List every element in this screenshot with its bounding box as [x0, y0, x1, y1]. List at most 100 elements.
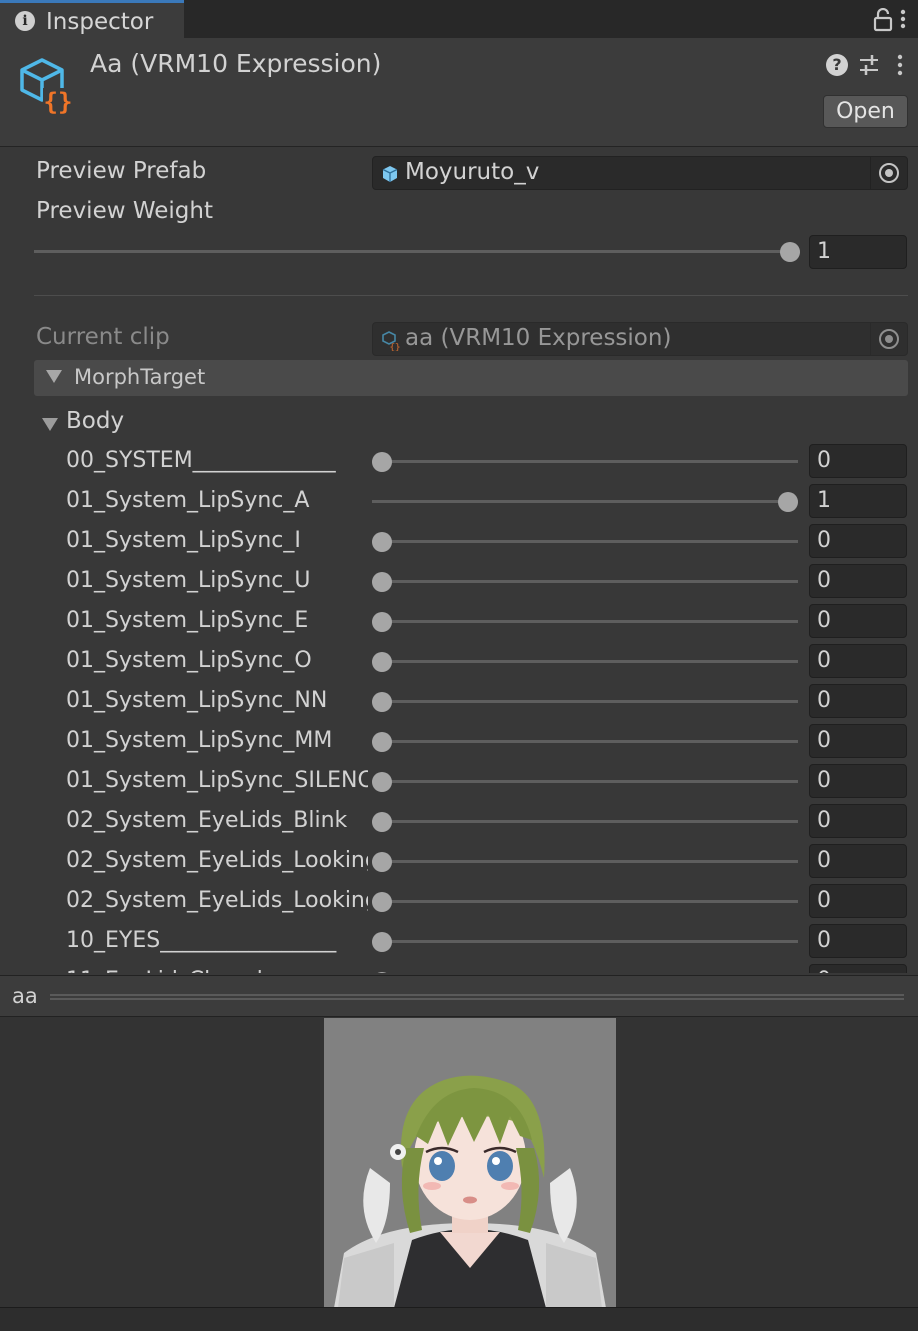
component-menu-icon[interactable]	[896, 52, 904, 78]
blendshape-name: 01_System_LipSync_O	[66, 648, 312, 673]
preview-weight-input[interactable]: 1	[809, 235, 907, 269]
blendshape-slider-track[interactable]	[372, 580, 798, 583]
open-button[interactable]: Open	[823, 95, 908, 128]
svg-text:{}: {}	[390, 343, 401, 351]
blendshape-slider-track[interactable]	[372, 900, 798, 903]
body-foldout-arrow-icon[interactable]	[42, 418, 58, 431]
current-clip-label: Current clip	[36, 324, 170, 350]
preview-prefab-field[interactable]: Moyuruto_v	[372, 156, 908, 190]
blendshape-row: 01_System_LipSync_E 0	[0, 600, 918, 640]
preview-weight-slider-thumb[interactable]	[780, 242, 800, 262]
blendshape-value-input[interactable]: 0	[809, 844, 907, 878]
blendshape-row: 01_System_LipSync_MM 0	[0, 720, 918, 760]
avatar-preview-image[interactable]	[324, 1018, 616, 1308]
blendshape-slider-thumb[interactable]	[372, 732, 392, 752]
blendshape-slider-thumb[interactable]	[372, 532, 392, 552]
blendshape-slider-thumb[interactable]	[372, 572, 392, 592]
blendshape-value-input[interactable]: 0	[809, 924, 907, 958]
blendshape-row: 01_System_LipSync_U 0	[0, 560, 918, 600]
expression-clip-icon: {}	[382, 331, 401, 351]
blendshape-slider-thumb[interactable]	[372, 652, 392, 672]
blendshape-row: 01_System_LipSync_SILENCE 0	[0, 760, 918, 800]
blendshape-slider-thumb[interactable]	[372, 612, 392, 632]
blendshape-row: 01_System_LipSync_A 1	[0, 480, 918, 520]
inspector-header: {} Aa (VRM10 Expression) ? Open	[0, 38, 918, 147]
blendshape-slider-track[interactable]	[372, 940, 798, 943]
clip-picker-button	[870, 323, 907, 355]
preview-header[interactable]: aa	[0, 975, 918, 1017]
blendshape-slider-thumb[interactable]	[372, 892, 392, 912]
blendshape-row: 10_EYES________________ 0	[0, 920, 918, 960]
blendshape-slider-track[interactable]	[372, 660, 798, 663]
blendshape-slider-track[interactable]	[372, 460, 798, 463]
target-icon	[879, 163, 899, 183]
blendshape-name: 02_System_EyeLids_Blink	[66, 808, 348, 833]
blendshape-slider-track[interactable]	[372, 740, 798, 743]
preview-drag-handle[interactable]	[50, 994, 904, 1000]
blendshape-value-input[interactable]: 0	[809, 524, 907, 558]
more-menu-icon[interactable]	[899, 8, 907, 30]
avatar-render	[324, 1018, 616, 1308]
blendshape-value-input[interactable]: 0	[809, 724, 907, 758]
blendshape-value-input[interactable]: 0	[809, 764, 907, 798]
blendshape-slider-thumb[interactable]	[372, 772, 392, 792]
help-icon[interactable]: ?	[826, 54, 848, 76]
preview-weight-label: Preview Weight	[36, 198, 213, 224]
blendshape-slider-thumb[interactable]	[372, 812, 392, 832]
blendshape-value-input[interactable]: 0	[809, 884, 907, 918]
blendshape-slider-track[interactable]	[372, 500, 798, 503]
blendshape-slider-track[interactable]	[372, 780, 798, 783]
vrm-expression-asset-icon: {}	[20, 58, 73, 116]
blendshape-name: 01_System_LipSync_A	[66, 488, 310, 513]
tab-bar: i Inspector	[0, 0, 918, 38]
preview-weight-slider-track[interactable]	[34, 250, 800, 253]
asset-title: Aa (VRM10 Expression)	[90, 49, 382, 78]
tab-inspector[interactable]: i Inspector	[0, 0, 184, 38]
blendshape-value-input[interactable]: 0	[809, 684, 907, 718]
blendshape-value-input[interactable]: 0	[809, 644, 907, 678]
foldout-arrow-icon	[46, 370, 62, 383]
current-clip-field: {} aa (VRM10 Expression)	[372, 322, 908, 356]
presets-sliders-icon[interactable]	[858, 52, 880, 78]
current-clip-value: aa (VRM10 Expression)	[405, 325, 672, 351]
morph-target-foldout[interactable]: MorphTarget	[34, 360, 908, 396]
blendshape-slider-thumb[interactable]	[778, 492, 798, 512]
preview-prefab-label: Preview Prefab	[36, 158, 207, 184]
blendshape-name: 11_EyeLid_Closed	[66, 968, 368, 973]
blendshape-row: 01_System_LipSync_O 0	[0, 640, 918, 680]
blendshape-row: 00_SYSTEM_____________ 0	[0, 440, 918, 480]
blendshape-value-input[interactable]: 0	[809, 444, 907, 478]
blendshape-value-input[interactable]: 0	[809, 604, 907, 638]
morph-target-label: MorphTarget	[74, 365, 206, 389]
lock-icon[interactable]	[873, 8, 893, 32]
tab-label: Inspector	[46, 9, 154, 35]
blendshape-row: 02_System_EyeLids_LookingUp 0	[0, 840, 918, 880]
blendshape-slider-track[interactable]	[372, 620, 798, 623]
blendshape-name: 02_System_EyeLids_LookingDown	[66, 888, 368, 913]
blendshape-slider-track[interactable]	[372, 540, 798, 543]
object-picker-button[interactable]	[870, 157, 907, 189]
status-bar	[0, 1307, 918, 1331]
blendshape-slider-track[interactable]	[372, 700, 798, 703]
preview-title: aa	[12, 984, 38, 1008]
blendshape-name: 00_SYSTEM_____________	[66, 448, 336, 473]
blendshape-slider-thumb[interactable]	[372, 852, 392, 872]
blendshape-slider-thumb[interactable]	[372, 692, 392, 712]
blendshape-slider-thumb[interactable]	[372, 452, 392, 472]
blendshape-row: 01_System_LipSync_I 0	[0, 520, 918, 560]
blendshape-name: 01_System_LipSync_I	[66, 528, 301, 553]
blendshape-value-input[interactable]: 0	[809, 804, 907, 838]
blendshape-name: 01_System_LipSync_NN	[66, 688, 328, 713]
blendshape-slider-thumb[interactable]	[372, 932, 392, 952]
blendshape-slider-track[interactable]	[372, 820, 798, 823]
blendshape-row: 02_System_EyeLids_LookingDown 0	[0, 880, 918, 920]
blendshape-value-input[interactable]: 1	[809, 484, 907, 518]
blendshape-name: 01_System_LipSync_U	[66, 568, 311, 593]
target-icon	[879, 329, 899, 349]
blendshape-value-input[interactable]: 0	[809, 564, 907, 598]
blendshape-value-input[interactable]: 0	[809, 964, 907, 973]
blendshape-slider-thumb[interactable]	[372, 972, 392, 973]
blendshape-row: 02_System_EyeLids_Blink 0	[0, 800, 918, 840]
blendshape-slider-track[interactable]	[372, 860, 798, 863]
body-foldout-label[interactable]: Body	[66, 408, 124, 434]
